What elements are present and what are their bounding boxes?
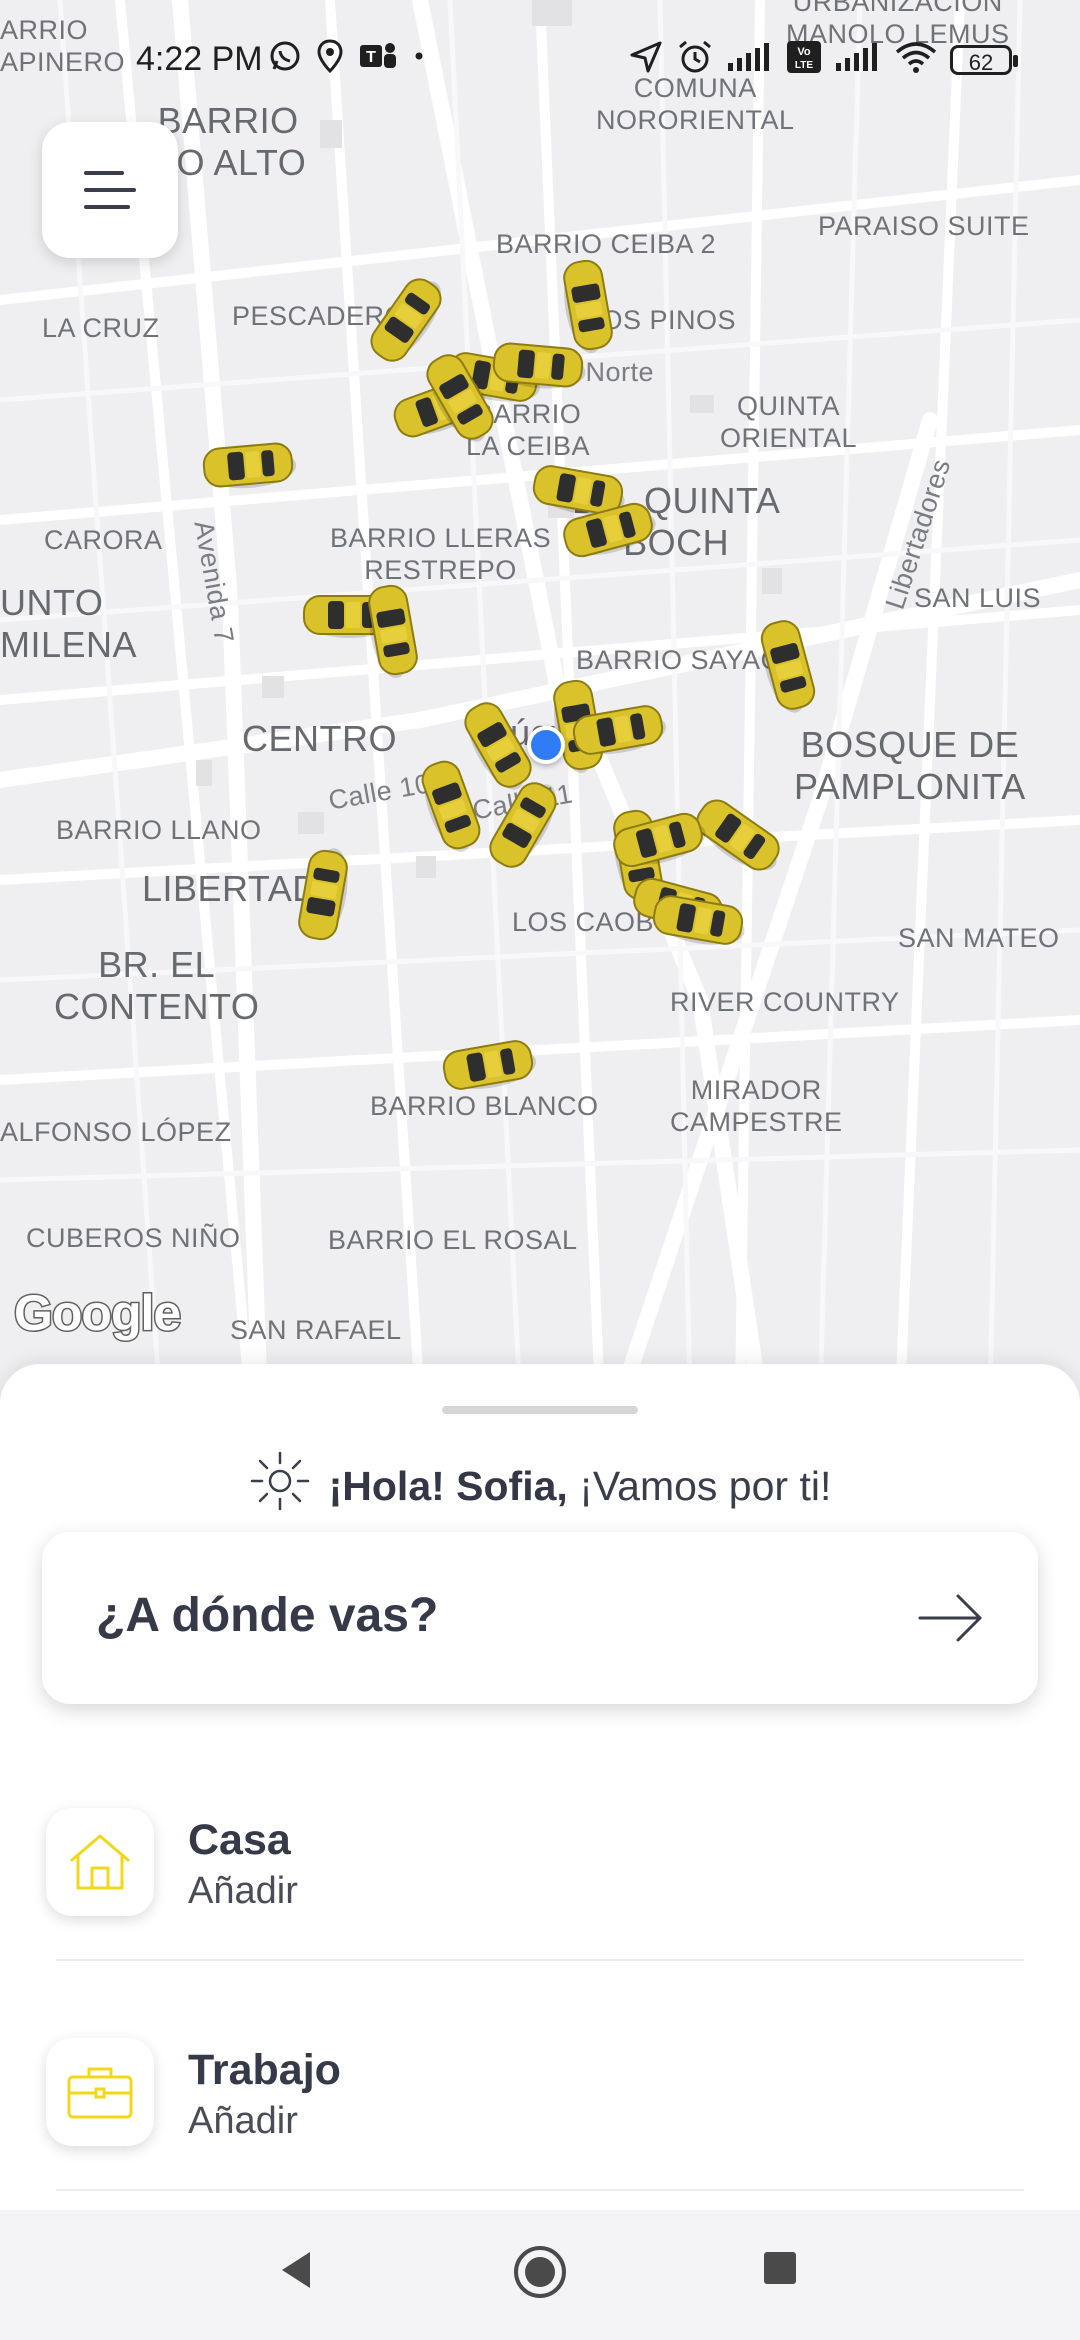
map-label: BR. EL CONTENTO: [54, 944, 260, 1027]
place-icon-box: [46, 1808, 154, 1916]
whatsapp-icon: [268, 39, 302, 78]
map-label: BARRIO LLERAS RESTREPO: [330, 523, 552, 585]
map-label: ALFONSO LÓPEZ: [0, 1117, 232, 1147]
svg-text:LTE: LTE: [795, 60, 813, 71]
map-label: BOSQUE DE PAMPLONITA: [794, 724, 1026, 807]
svg-text:Vo: Vo: [797, 46, 811, 58]
place-subtitle: Añadir: [188, 2100, 298, 2142]
bottom-sheet: ¡Hola! Sofia, ¡Vamos por ti! ¿A dónde va…: [0, 1364, 1080, 2210]
house-icon: [70, 1834, 130, 1890]
signal-icon: [726, 41, 774, 78]
map-label: BARRIO LLANO: [56, 815, 262, 845]
google-logo: Google: [12, 1284, 182, 1343]
menu-icon: [84, 171, 136, 209]
briefcase-icon: [67, 2067, 133, 2119]
sheet-handle[interactable]: [442, 1406, 638, 1414]
system-nav-bar: [0, 2210, 1080, 2340]
location-pin-icon: [316, 38, 344, 79]
volte-icon: Vo LTE: [786, 40, 822, 79]
teams-icon: T: [358, 39, 398, 78]
map-label: LA CRUZ: [42, 313, 160, 343]
map-label: CENTRO: [242, 718, 397, 759]
map-label: UNTO MILENA: [0, 582, 138, 665]
status-time: 4:22 PM: [136, 40, 263, 78]
navigation-arrow-icon: [628, 39, 664, 80]
signal-icon: [834, 41, 882, 78]
back-button[interactable]: [276, 2248, 316, 2297]
user-location-dot: [527, 726, 565, 764]
map-label: CUBEROS NIÑO: [26, 1223, 241, 1253]
home-button[interactable]: [512, 2244, 568, 2305]
map-label: MIRADOR CAMPESTRE: [670, 1075, 843, 1137]
wifi-icon: [894, 40, 938, 79]
place-subtitle: Añadir: [188, 1870, 298, 1912]
divider: [56, 2189, 1024, 2191]
map-label: SAN RAFAEL: [230, 1315, 402, 1345]
sun-icon: [249, 1450, 311, 1522]
map-label: RIVER COUNTRY: [670, 987, 900, 1017]
place-row-home[interactable]: Casa Añadir: [42, 1782, 1038, 1942]
map-label: SAN LUIS: [914, 583, 1042, 613]
map-label: SAN MATEO: [898, 923, 1060, 953]
taxi-marker: [488, 336, 588, 394]
greeting-text: ¡Vamos por ti!: [567, 1462, 832, 1509]
map-label: CARORA: [44, 525, 163, 555]
battery-icon: 62: [950, 44, 1018, 75]
map-label: BARRIO EL ROSAL: [328, 1225, 578, 1255]
destination-search-box[interactable]: ¿A dónde vas?: [42, 1532, 1038, 1704]
place-title: Trabajo: [188, 2046, 341, 2094]
place-title: Casa: [188, 1816, 291, 1864]
status-bar: 4:22 PM T Vo LTE 62: [0, 30, 1080, 96]
destination-label: ¿A dónde vas?: [96, 1589, 439, 1642]
place-row-work[interactable]: Trabajo Añadir: [42, 2012, 1038, 2172]
map-label: PARAISO SUITE: [818, 211, 1030, 241]
alarm-icon: [676, 38, 714, 81]
dot-icon: [412, 49, 426, 68]
taxi-marker: [198, 436, 298, 494]
divider: [56, 1959, 1024, 1961]
map-label: LIBERTAD: [142, 868, 319, 909]
menu-button[interactable]: [42, 122, 178, 258]
map-label: BARRIO BLANCO: [370, 1091, 599, 1121]
greeting: ¡Hola! Sofia, ¡Vamos por ti!: [0, 1446, 1080, 1526]
svg-text:T: T: [366, 49, 376, 66]
recents-button[interactable]: [762, 2250, 798, 2291]
arrow-right-icon: [918, 1590, 984, 1651]
greeting-name: ¡Hola! Sofia,: [328, 1462, 568, 1509]
map-label: QUINTA ORIENTAL: [720, 391, 858, 453]
place-icon-box: [46, 2038, 154, 2146]
map-label: BARRIO CEIBA 2: [496, 229, 717, 259]
